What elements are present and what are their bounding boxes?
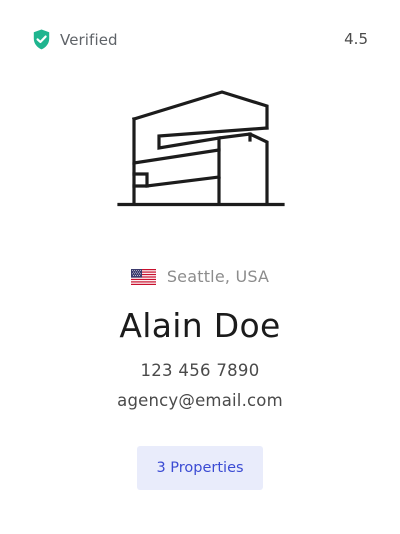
agent-name: Alain Doe bbox=[119, 306, 281, 345]
agent-email[interactable]: agency@email.com bbox=[0, 389, 400, 413]
us-flag-icon bbox=[130, 269, 156, 285]
shield-check-icon bbox=[33, 29, 50, 50]
verified-badge: Verified bbox=[33, 29, 118, 50]
location-text: Seattle, USA bbox=[166, 267, 270, 286]
location: Seattle, USA bbox=[0, 266, 400, 288]
agent-phone[interactable]: 123 456 7890 bbox=[0, 359, 400, 383]
agent-card: Verified 4.5 Seattle, USA Alain Doe 123 … bbox=[0, 0, 400, 534]
rating-value: 4.5 bbox=[344, 30, 368, 48]
building-logo bbox=[117, 90, 285, 207]
properties-button[interactable]: 3 Properties bbox=[137, 446, 263, 490]
verified-label: Verified bbox=[60, 30, 118, 49]
